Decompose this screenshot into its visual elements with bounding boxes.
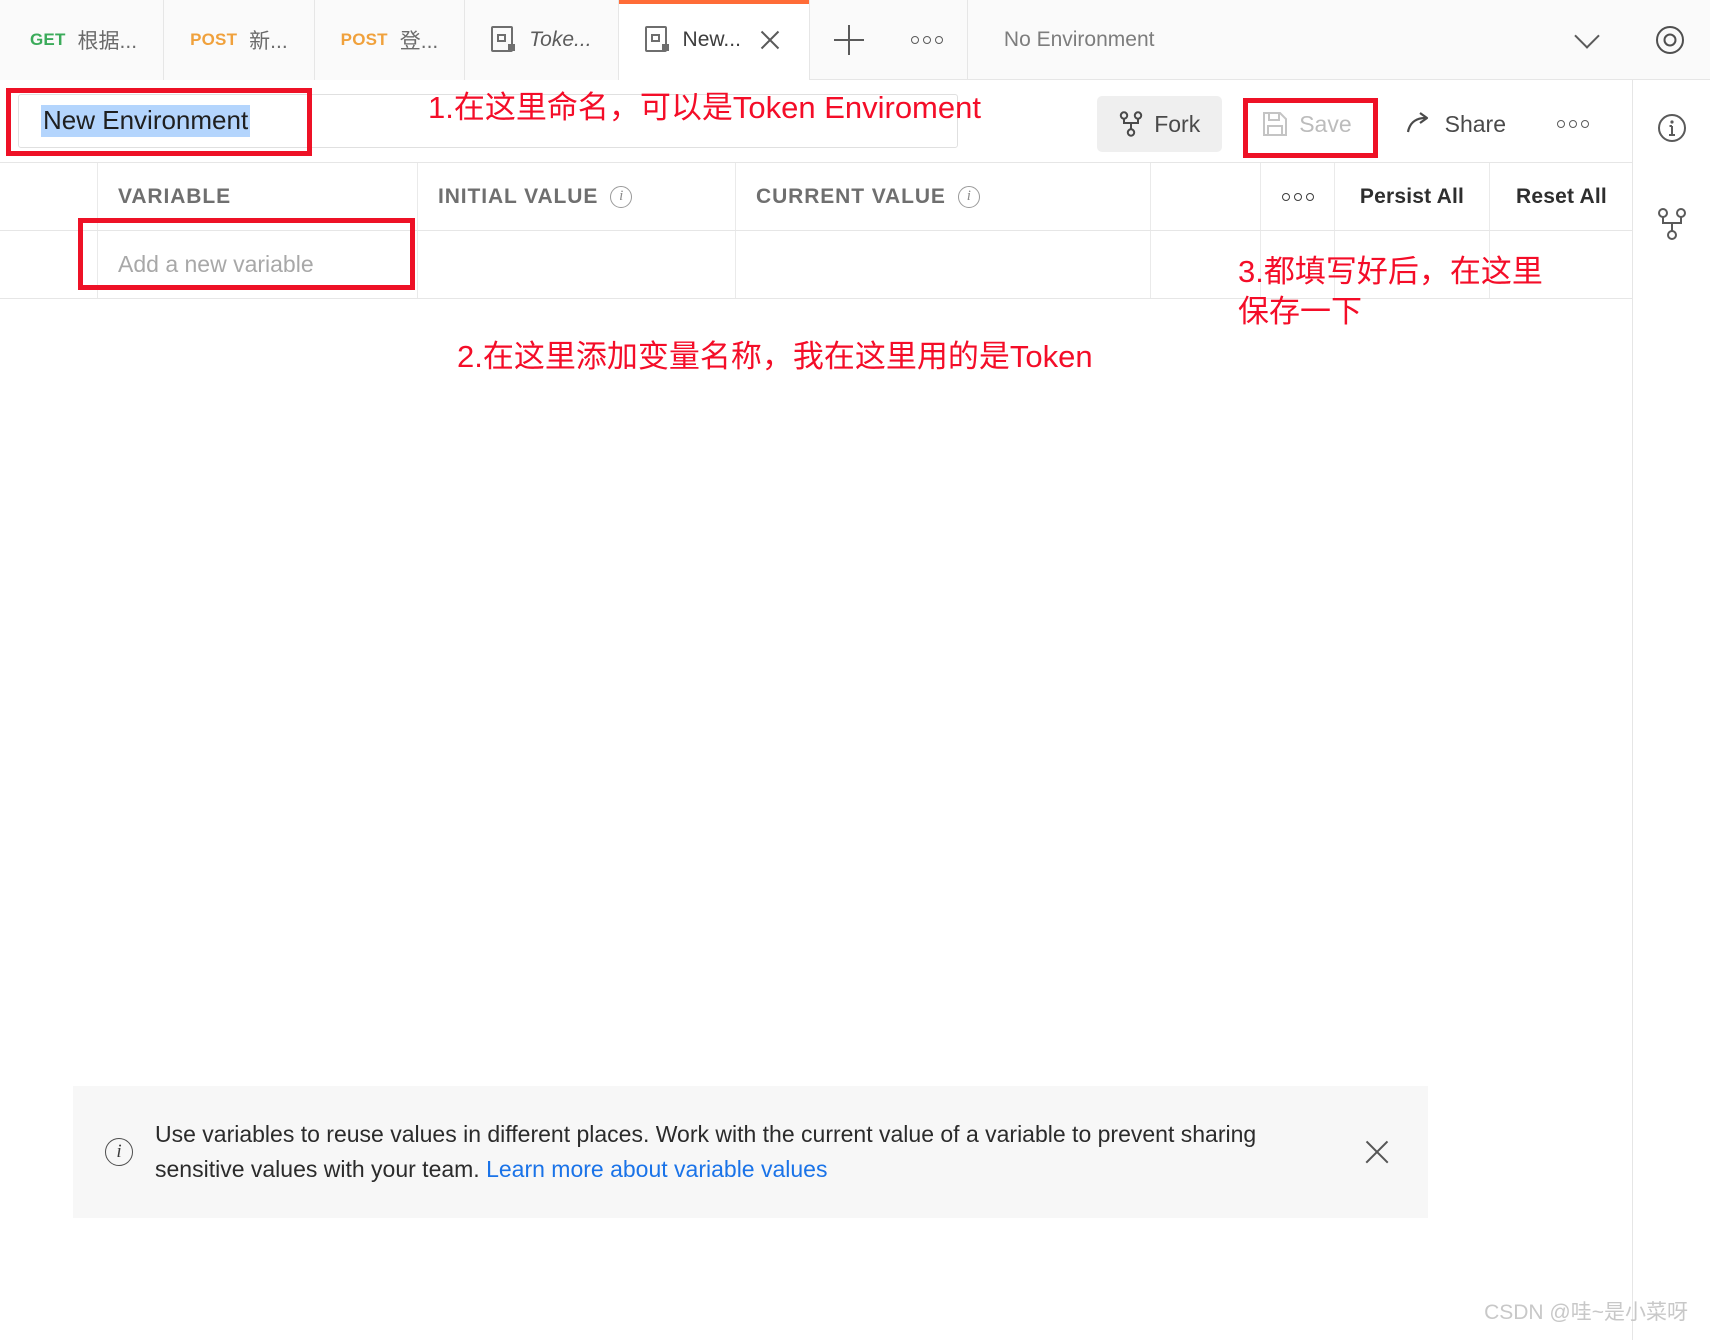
tab-method-label: POST xyxy=(190,30,238,49)
share-button[interactable]: Share xyxy=(1384,96,1528,152)
persist-all-label: Persist All xyxy=(1359,184,1465,208)
right-sidebar xyxy=(1633,80,1710,1340)
header-current-value-label: CURRENT VALUE xyxy=(756,184,946,208)
environment-icon xyxy=(491,26,517,54)
select-all-cell[interactable] xyxy=(0,163,98,230)
info-icon[interactable]: i xyxy=(957,185,980,208)
ellipsis-icon xyxy=(1557,120,1589,128)
annotation-1: 1.在这里命名，可以是Token Enviroment xyxy=(428,90,981,125)
sidebar-fork-button[interactable] xyxy=(1633,176,1710,272)
environment-selector-label: No Environment xyxy=(1003,27,1155,51)
tab-request-3[interactable]: POST 登... xyxy=(314,0,466,80)
tab-method-label: GET xyxy=(30,30,66,49)
editor-more-button[interactable] xyxy=(1542,96,1604,152)
tab-title: 登... xyxy=(399,30,439,53)
tab-title: Toke... xyxy=(529,28,592,51)
close-icon[interactable] xyxy=(1360,1135,1394,1169)
row-checkbox-cell[interactable] xyxy=(0,231,98,298)
annotation-2: 2.在这里添加变量名称，我在这里用的是Token xyxy=(457,339,1093,374)
new-tab-button[interactable] xyxy=(810,0,888,80)
tab-options-button[interactable] xyxy=(888,0,968,80)
info-icon xyxy=(1657,114,1686,142)
fork-icon xyxy=(1119,111,1143,137)
table-options-button[interactable] xyxy=(1261,163,1335,230)
postman-environment-editor: GET 根据... POST 新... POST 登... Toke... Ne… xyxy=(0,0,1710,1340)
environment-name-value: New Environment xyxy=(41,105,251,137)
csdn-watermark: CSDN @哇~是小菜呀 xyxy=(1484,1301,1688,1324)
header-variable: VARIABLE xyxy=(98,163,418,230)
new-variable-placeholder: Add a new variable xyxy=(118,251,314,277)
info-icon: i xyxy=(105,1138,133,1166)
reset-all-label: Reset All xyxy=(1516,184,1607,208)
fork-button-label: Fork xyxy=(1154,110,1201,137)
tab-environment-token[interactable]: Toke... xyxy=(465,0,619,80)
sidebar-info-button[interactable] xyxy=(1633,80,1710,176)
reset-all-button[interactable]: Reset All xyxy=(1490,163,1633,230)
tab-request-1[interactable]: GET 根据... xyxy=(0,0,165,80)
new-current-value-input[interactable] xyxy=(736,231,1151,298)
tab-request-2[interactable]: POST 新... xyxy=(164,0,315,80)
table-header-row: VARIABLE INITIAL VALUE i CURRENT VALUE i… xyxy=(0,163,1633,231)
save-button-label: Save xyxy=(1299,110,1352,137)
header-current-value: CURRENT VALUE i xyxy=(736,163,1151,230)
tab-title: 根据... xyxy=(77,30,138,53)
plus-icon xyxy=(833,25,864,55)
banner-text: Use variables to reuse values in differe… xyxy=(155,1117,1330,1187)
tab-title: 新... xyxy=(249,30,288,53)
share-arrow-icon xyxy=(1406,112,1428,133)
environment-selector[interactable]: No Environment xyxy=(968,0,1630,79)
header-variable-label: VARIABLE xyxy=(118,184,231,208)
fork-icon xyxy=(1657,208,1686,240)
header-spacer xyxy=(1151,163,1261,230)
tab-environment-new[interactable]: New... xyxy=(618,0,810,80)
tab-method-label: POST xyxy=(340,30,388,49)
ellipsis-icon xyxy=(911,36,944,44)
environment-quick-look-button[interactable] xyxy=(1630,0,1710,80)
save-button[interactable]: Save xyxy=(1240,96,1373,152)
ellipsis-icon xyxy=(1281,192,1314,201)
variable-info-banner: i Use variables to reuse values in diffe… xyxy=(73,1086,1428,1218)
new-initial-value-input[interactable] xyxy=(418,231,736,298)
tab-list: GET 根据... POST 新... POST 登... Toke... Ne… xyxy=(0,0,968,80)
tab-bar: GET 根据... POST 新... POST 登... Toke... Ne… xyxy=(0,0,1710,80)
share-button-label: Share xyxy=(1444,110,1506,137)
fork-button[interactable]: Fork xyxy=(1097,96,1223,152)
learn-more-link[interactable]: Learn more about variable values xyxy=(486,1156,827,1182)
close-icon[interactable] xyxy=(757,27,783,53)
new-variable-input[interactable]: Add a new variable xyxy=(98,231,418,298)
header-initial-value-label: INITIAL VALUE xyxy=(438,184,599,208)
chevron-down-icon xyxy=(1574,22,1600,49)
editor-toolbar: Fork Save Share xyxy=(1097,96,1604,152)
eye-icon xyxy=(1656,26,1684,54)
tab-title: New... xyxy=(682,28,741,51)
info-icon[interactable]: i xyxy=(610,185,633,208)
persist-all-button[interactable]: Persist All xyxy=(1335,163,1490,230)
floppy-disk-icon xyxy=(1263,112,1288,136)
annotation-3: 3.都填写好后，在这里 保存一下 xyxy=(1238,254,1543,329)
environment-icon xyxy=(644,26,671,54)
header-initial-value: INITIAL VALUE i xyxy=(418,163,736,230)
